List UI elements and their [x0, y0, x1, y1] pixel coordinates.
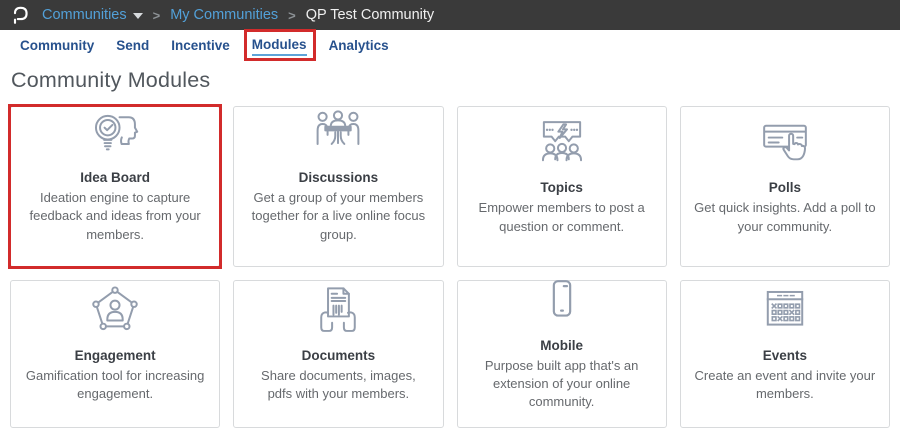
module-description: Get a group of your members together for… [247, 189, 429, 244]
discussions-icon [309, 105, 367, 163]
top-bar: Communities > My Communities > QP Test C… [0, 0, 900, 30]
module-card-engagement[interactable]: Engagement Gamification tool for increas… [10, 280, 220, 428]
module-card-discussions[interactable]: Discussions Get a group of your members … [233, 106, 443, 267]
module-description: Ideation engine to capture feedback and … [24, 189, 206, 244]
engagement-icon [86, 281, 144, 341]
module-title: Discussions [299, 170, 379, 185]
mobile-icon [533, 273, 591, 331]
breadcrumb-separator: > [153, 8, 161, 23]
page-title: Community Modules [11, 68, 900, 93]
module-title: Idea Board [80, 170, 150, 185]
module-card-mobile[interactable]: Mobile Purpose built app that's an exten… [457, 280, 667, 428]
module-title: Engagement [75, 348, 156, 363]
topics-icon [533, 113, 591, 173]
module-card-idea-board[interactable]: Idea Board Ideation engine to capture fe… [10, 106, 220, 267]
idea-board-icon [86, 105, 144, 163]
breadcrumb-separator: > [288, 8, 296, 23]
module-title: Mobile [540, 338, 583, 353]
breadcrumb-current-community: QP Test Community [306, 7, 434, 23]
module-card-events[interactable]: Events Create an event and invite your m… [680, 280, 890, 428]
tab-analytics[interactable]: Analytics [329, 38, 389, 55]
module-card-topics[interactable]: Topics Empower members to post a questio… [457, 106, 667, 267]
tab-send[interactable]: Send [116, 38, 149, 55]
module-description: Share documents, images, pdfs with your … [247, 367, 429, 403]
events-icon [756, 281, 814, 341]
module-description: Create an event and invite your members. [694, 367, 876, 403]
polls-icon [756, 113, 814, 173]
module-card-polls[interactable]: Polls Get quick insights. Add a poll to … [680, 106, 890, 267]
module-title: Polls [769, 180, 801, 195]
tab-community[interactable]: Community [20, 38, 94, 55]
module-description: Gamification tool for increasing engagem… [24, 367, 206, 403]
module-title: Documents [302, 348, 376, 363]
chevron-down-icon [133, 13, 143, 19]
module-title: Topics [540, 180, 583, 195]
communities-dropdown-label: Communities [42, 7, 127, 23]
modules-grid: Idea Board Ideation engine to capture fe… [10, 106, 890, 428]
module-description: Get quick insights. Add a poll to your c… [694, 199, 876, 235]
module-card-documents[interactable]: Documents Share documents, images, pdfs … [233, 280, 443, 428]
tab-incentive[interactable]: Incentive [171, 38, 230, 55]
module-description: Purpose built app that's an extension of… [471, 357, 653, 412]
breadcrumb-my-communities[interactable]: My Communities [170, 7, 278, 23]
questionpro-logo-icon[interactable] [10, 4, 30, 26]
module-description: Empower members to post a question or co… [471, 199, 653, 235]
tab-modules[interactable]: Modules [252, 37, 307, 56]
documents-icon [309, 281, 367, 341]
module-title: Events [763, 348, 807, 363]
tab-bar: Community Send Incentive Modules Analyti… [0, 30, 900, 63]
communities-dropdown[interactable]: Communities [42, 7, 143, 23]
